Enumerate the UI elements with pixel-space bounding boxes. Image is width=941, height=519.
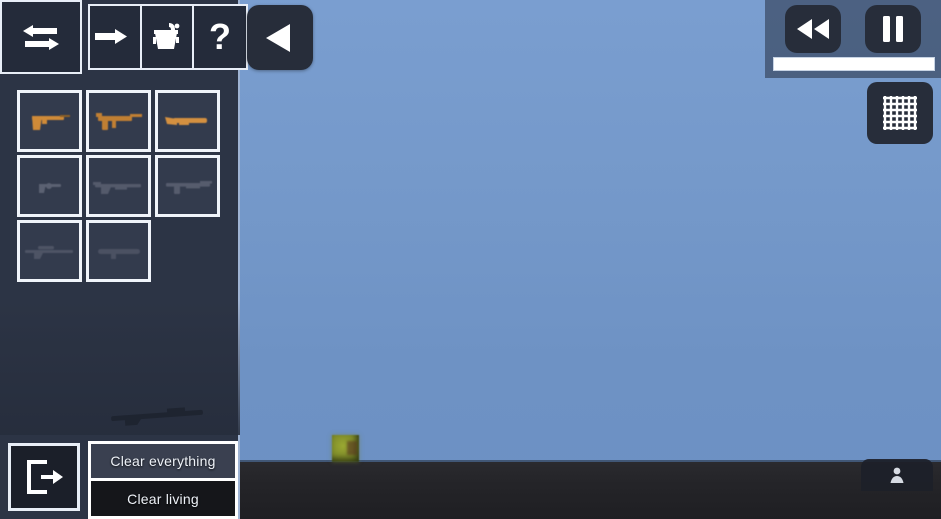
time-bar-fill xyxy=(774,58,934,70)
playback-controls xyxy=(765,5,941,53)
help-tool-button[interactable]: ? xyxy=(194,6,246,68)
sidebar-toolbar-group: ? xyxy=(88,4,248,70)
inventory-slot-2[interactable] xyxy=(86,90,151,152)
rifle-icon xyxy=(92,182,141,194)
svg-text:?: ? xyxy=(209,16,231,57)
pause-icon xyxy=(883,16,903,42)
inventory-slot-7[interactable] xyxy=(17,220,82,282)
paint-tool-button[interactable] xyxy=(142,6,194,68)
grid-toggle-button[interactable] xyxy=(867,82,933,144)
yellow-green-crate[interactable] xyxy=(332,435,359,462)
time-bar-track[interactable] xyxy=(773,57,935,71)
pistol-icon xyxy=(31,115,70,130)
clear-living-button[interactable]: Clear living xyxy=(88,480,238,519)
arrow-right-icon xyxy=(95,29,127,44)
spawn-person-widget[interactable] xyxy=(861,459,933,491)
sidebar-ghost-weapon[interactable] xyxy=(105,404,215,426)
person-icon xyxy=(890,467,904,483)
inventory-slot-6[interactable] xyxy=(155,155,220,217)
inventory-slot-1[interactable] xyxy=(17,90,82,152)
left-sidebar: ? Clear everything Clear living xyxy=(0,0,248,519)
inventory-slot-3[interactable] xyxy=(155,90,220,152)
sidebar-toolbar xyxy=(0,0,82,74)
pause-button[interactable] xyxy=(865,5,921,53)
swap-tool-button[interactable] xyxy=(0,0,82,74)
inventory-slot-4[interactable] xyxy=(17,155,82,217)
inventory-slot-5[interactable] xyxy=(86,155,151,217)
exit-button[interactable] xyxy=(8,443,80,511)
top-right-panel xyxy=(765,0,941,78)
swap-arrows-icon xyxy=(23,25,59,50)
crate-shading xyxy=(347,441,357,455)
weapon-inventory-grid xyxy=(17,90,222,282)
exit-door-icon xyxy=(27,460,63,494)
back-button[interactable] xyxy=(247,5,313,70)
spawn-tool-button[interactable] xyxy=(90,6,142,68)
paint-bucket-icon xyxy=(153,23,180,49)
smg-icon xyxy=(95,113,142,130)
shotgun-icon xyxy=(164,117,207,125)
rewind-double-arrow-icon xyxy=(797,19,829,39)
rifle-silhouette-icon xyxy=(111,407,203,426)
assault-rifle-icon xyxy=(165,181,212,194)
sniper-icon xyxy=(24,246,73,259)
inventory-slot-8[interactable] xyxy=(86,220,151,282)
grid-mesh-icon xyxy=(883,96,917,130)
question-mark-icon: ? xyxy=(209,16,231,57)
rewind-button[interactable] xyxy=(785,5,841,53)
rocket-launcher-icon xyxy=(97,249,140,259)
play-left-triangle-icon xyxy=(266,23,290,52)
revolver-icon xyxy=(38,183,61,193)
clear-menu: Clear everything Clear living xyxy=(88,441,238,519)
clear-everything-button[interactable]: Clear everything xyxy=(88,441,238,480)
game-screen: ? Clear everything Clear living xyxy=(0,0,941,519)
